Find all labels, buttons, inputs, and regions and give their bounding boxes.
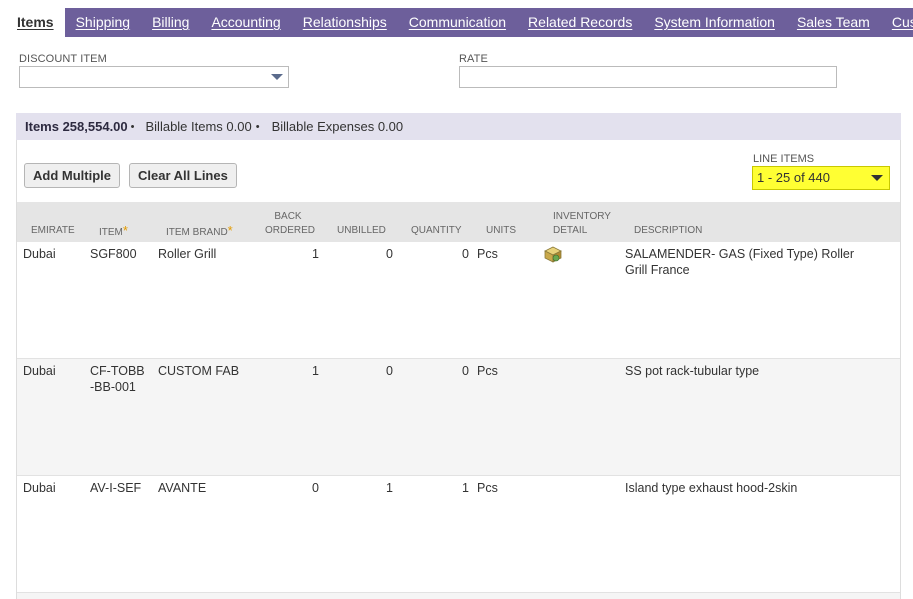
cell-item: SGF800 bbox=[90, 247, 137, 261]
cell-quantity: 0 bbox=[462, 364, 469, 378]
col-item-label: ITEM bbox=[99, 227, 123, 238]
item-subtabs: Items 258,554.00 • Billable Items 0.00 •… bbox=[16, 113, 901, 140]
tab-customer[interactable]: Customer bbox=[881, 8, 913, 37]
discount-item-label: DISCOUNT ITEM bbox=[19, 53, 107, 65]
table-row[interactable]: Dubai AV-I-SEF AVANTE 0 1 1 Pcs Island t… bbox=[17, 476, 900, 593]
col-inventory-detail[interactable]: INVENTORY DETAIL bbox=[553, 210, 611, 238]
rate-input[interactable] bbox=[459, 66, 837, 88]
cell-quantity: 0 bbox=[462, 247, 469, 261]
inventory-box-icon[interactable] bbox=[544, 246, 562, 263]
line-items-label: LINE ITEMS bbox=[753, 153, 815, 165]
chevron-down-icon[interactable] bbox=[871, 175, 883, 181]
cell-emirate: Dubai bbox=[23, 364, 56, 378]
subtab-separator: • bbox=[255, 120, 260, 133]
clear-all-lines-button[interactable]: Clear All Lines bbox=[129, 163, 237, 188]
items-table-header: EMIRATE ITEM* ITEM BRAND* BACK ORDERED U… bbox=[17, 202, 900, 242]
cell-item: CF-TOBB-BB-001 bbox=[90, 364, 145, 394]
line-items-page-value: 1 - 25 of 440 bbox=[757, 170, 830, 185]
cell-back-ordered: 1 bbox=[312, 247, 319, 261]
col-back-ordered[interactable]: BACK ORDERED bbox=[265, 210, 316, 238]
subtab-billable-items[interactable]: Billable Items 0.00 bbox=[135, 119, 252, 134]
chevron-down-icon[interactable] bbox=[271, 74, 283, 80]
col-item-brand[interactable]: ITEM BRAND* bbox=[166, 224, 233, 240]
cell-description: SALAMENDER- GAS (Fixed Type) Roller Gril… bbox=[625, 247, 854, 277]
rate-label: RATE bbox=[459, 53, 488, 65]
tab-billing[interactable]: Billing bbox=[141, 8, 200, 37]
line-items-page-select[interactable]: 1 - 25 of 440 bbox=[752, 166, 890, 190]
tab-sales-team[interactable]: Sales Team bbox=[786, 8, 881, 37]
subtab-separator: • bbox=[130, 120, 135, 133]
cell-emirate: Dubai bbox=[23, 247, 56, 261]
col-inventory-line1: INVENTORY bbox=[553, 211, 611, 222]
col-emirate[interactable]: EMIRATE bbox=[31, 224, 75, 238]
cell-description: Island type exhaust hood-2skin bbox=[625, 481, 798, 495]
items-panel: Add Multiple Clear All Lines LINE ITEMS … bbox=[16, 140, 901, 599]
required-star-icon: * bbox=[122, 223, 128, 238]
cell-item-brand: AVANTE bbox=[158, 481, 207, 495]
cell-back-ordered: 0 bbox=[312, 481, 319, 495]
tab-communication[interactable]: Communication bbox=[398, 8, 517, 37]
record-tab-bar: Items Shipping Billing Accounting Relati… bbox=[6, 8, 913, 37]
tab-accounting[interactable]: Accounting bbox=[200, 8, 291, 37]
subtab-items[interactable]: Items 258,554.00 bbox=[16, 119, 128, 134]
col-item-brand-label: ITEM BRAND bbox=[166, 227, 228, 238]
cell-item-brand: CUSTOM FAB bbox=[158, 364, 240, 378]
cell-unbilled: 0 bbox=[386, 364, 393, 378]
col-inventory-line2: DETAIL bbox=[553, 225, 588, 236]
col-item[interactable]: ITEM* bbox=[99, 224, 128, 240]
col-description[interactable]: DESCRIPTION bbox=[634, 224, 702, 238]
tab-relationships[interactable]: Relationships bbox=[292, 8, 398, 37]
tab-items[interactable]: Items bbox=[6, 8, 65, 37]
cell-units: Pcs bbox=[477, 364, 498, 378]
tab-shipping[interactable]: Shipping bbox=[65, 8, 142, 37]
cell-item-brand: Roller Grill bbox=[158, 247, 217, 261]
cell-unbilled: 1 bbox=[386, 481, 393, 495]
cell-units: Pcs bbox=[477, 247, 498, 261]
table-row[interactable] bbox=[17, 593, 900, 599]
table-row[interactable]: Dubai SGF800 Roller Grill 1 0 0 Pcs SALA… bbox=[17, 242, 900, 359]
cell-description: SS pot rack-tubular type bbox=[625, 364, 760, 378]
subtab-billable-expenses[interactable]: Billable Expenses 0.00 bbox=[260, 119, 404, 134]
cell-emirate: Dubai bbox=[23, 481, 56, 495]
discount-item-select[interactable] bbox=[19, 66, 289, 88]
col-back-ordered-line1: BACK bbox=[274, 211, 302, 222]
col-back-ordered-line2: ORDERED bbox=[265, 225, 316, 236]
cell-quantity: 1 bbox=[462, 481, 469, 495]
cell-item: AV-I-SEF bbox=[90, 481, 142, 495]
col-units[interactable]: UNITS bbox=[486, 224, 516, 238]
col-unbilled[interactable]: UNBILLED bbox=[337, 224, 386, 238]
cell-units: Pcs bbox=[477, 481, 498, 495]
tab-related-records[interactable]: Related Records bbox=[517, 8, 643, 37]
cell-back-ordered: 1 bbox=[312, 364, 319, 378]
tab-system-information[interactable]: System Information bbox=[643, 8, 786, 37]
col-quantity[interactable]: QUANTITY bbox=[411, 224, 462, 238]
required-star-icon: * bbox=[227, 223, 233, 238]
table-row[interactable]: Dubai CF-TOBB-BB-001 CUSTOM FAB 1 0 0 Pc… bbox=[17, 359, 900, 476]
add-multiple-button[interactable]: Add Multiple bbox=[24, 163, 120, 188]
cell-unbilled: 0 bbox=[386, 247, 393, 261]
